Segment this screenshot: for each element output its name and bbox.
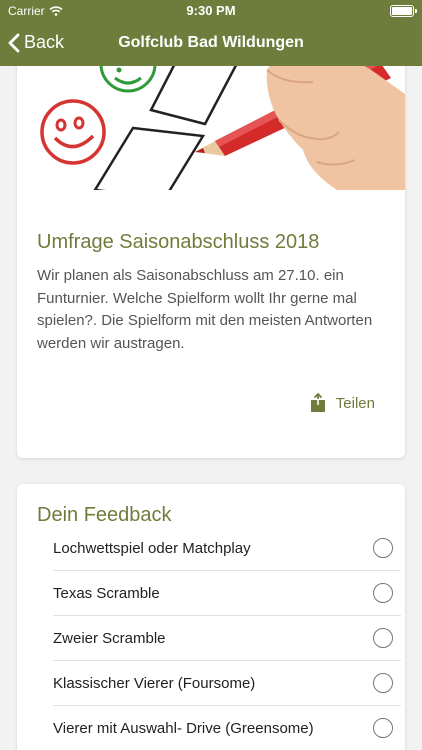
share-icon (310, 393, 325, 412)
option-label: Klassischer Vierer (Foursome) (53, 675, 256, 692)
survey-post-card: Umfrage Saisonabschluss 2018 Wir planen … (17, 40, 405, 458)
feedback-option-1[interactable]: Lochwettspiel oder Matchplay (53, 526, 401, 571)
feedback-option-4[interactable]: Klassischer Vierer (Foursome) (53, 661, 401, 706)
page-title: Golfclub Bad Wildungen (118, 34, 304, 51)
feedback-option-3[interactable]: Zweier Scramble (53, 616, 401, 661)
navigation-bar: Back Golfclub Bad Wildungen (0, 22, 422, 66)
top-bar: Carrier 9:30 PM Back Golfclub Bad Wildun… (0, 0, 422, 66)
status-time: 9:30 PM (186, 3, 236, 18)
radio-button[interactable] (373, 628, 393, 648)
feedback-option-2[interactable]: Texas Scramble (53, 571, 401, 616)
post-body: Wir planen als Saisonabschluss am 27.10.… (37, 267, 373, 352)
option-label: Texas Scramble (53, 585, 160, 602)
radio-button[interactable] (373, 538, 393, 558)
battery-icon (390, 5, 417, 17)
share-button[interactable]: Teilen (310, 393, 375, 413)
option-label: Vierer mit Auswahl- Drive (Greensome) (53, 720, 314, 737)
post-title: Umfrage Saisonabschluss 2018 (37, 231, 320, 253)
option-label: Zweier Scramble (53, 630, 166, 647)
share-label: Teilen (335, 394, 375, 412)
radio-button[interactable] (373, 673, 393, 693)
feedback-options-list: Lochwettspiel oder Matchplay Texas Scram… (53, 526, 401, 750)
status-bar: Carrier 9:30 PM (0, 0, 422, 22)
feedback-title: Dein Feedback (37, 504, 172, 526)
feedback-option-5[interactable]: Vierer mit Auswahl- Drive (Greensome) (53, 706, 401, 750)
feedback-card: Dein Feedback Lochwettspiel oder Matchpl… (17, 484, 405, 750)
option-label: Lochwettspiel oder Matchplay (53, 540, 251, 557)
radio-button[interactable] (373, 718, 393, 738)
radio-button[interactable] (373, 583, 393, 603)
